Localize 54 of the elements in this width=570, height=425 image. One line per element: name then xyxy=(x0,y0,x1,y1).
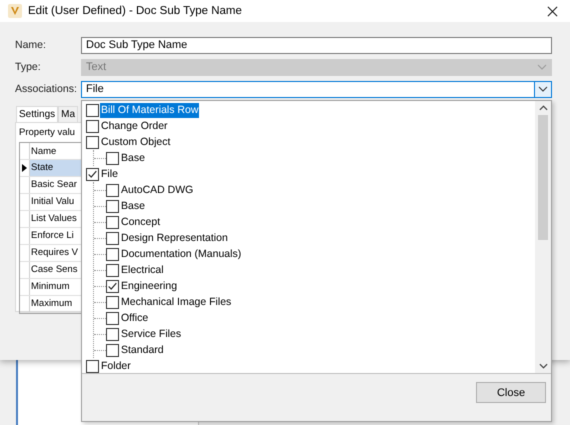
tree-item[interactable]: Folder xyxy=(100,358,132,373)
type-dropdown: Text xyxy=(81,58,552,76)
window-title: Edit (User Defined) - Doc Sub Type Name xyxy=(28,5,243,17)
tree-item[interactable]: Concept xyxy=(120,214,162,230)
tree-item[interactable]: AutoCAD DWG xyxy=(120,182,194,198)
tree-item[interactable]: Base xyxy=(120,150,146,166)
checkbox[interactable] xyxy=(106,328,119,340)
tree-item[interactable]: Design Representation xyxy=(120,230,229,246)
checkbox[interactable] xyxy=(106,344,119,356)
checkbox[interactable] xyxy=(86,168,99,180)
scroll-down-icon[interactable] xyxy=(538,363,548,369)
checkbox[interactable] xyxy=(86,136,99,148)
checkbox[interactable] xyxy=(106,312,119,324)
tree-item[interactable]: File xyxy=(100,166,119,182)
checkbox[interactable] xyxy=(86,360,99,372)
scrollbar[interactable] xyxy=(535,101,551,373)
field-label: Associations: xyxy=(15,83,78,95)
tree-item[interactable]: Electrical xyxy=(120,262,165,278)
tree-item[interactable]: Base xyxy=(120,198,146,214)
chevron-down-icon xyxy=(538,86,548,92)
checkbox[interactable] xyxy=(106,216,119,228)
checkbox[interactable] xyxy=(106,152,119,164)
input-field[interactable]: Doc Sub Type Name xyxy=(81,36,552,54)
tree-item[interactable]: Custom Object xyxy=(100,134,172,150)
checkbox[interactable] xyxy=(86,104,99,116)
column-header: Name xyxy=(30,145,58,159)
app-logo-icon xyxy=(8,4,22,18)
tree-item[interactable]: Documentation (Manuals) xyxy=(120,246,242,262)
panel-caption: Property valu xyxy=(19,127,76,138)
checkbox[interactable] xyxy=(106,296,119,308)
checkbox[interactable] xyxy=(106,248,119,260)
tab[interactable]: Settings xyxy=(16,106,58,122)
checkbox[interactable] xyxy=(86,120,99,132)
chevron-down-icon xyxy=(537,64,547,70)
checkbox[interactable] xyxy=(106,264,119,276)
tree-item[interactable]: Standard xyxy=(120,342,165,358)
tree-item[interactable]: Engineering xyxy=(120,278,178,294)
checkbox[interactable] xyxy=(106,200,119,212)
tree-item[interactable]: Service Files xyxy=(120,326,182,342)
tab[interactable]: Ma xyxy=(58,106,78,122)
checkbox[interactable] xyxy=(106,232,119,244)
scroll-up-icon[interactable] xyxy=(538,105,548,111)
checkbox[interactable] xyxy=(106,184,119,196)
associations-dropdown[interactable]: File xyxy=(81,80,552,98)
tree-item[interactable]: Change Order xyxy=(100,118,169,134)
close-button[interactable]: Close xyxy=(476,382,546,403)
tree-item[interactable]: Office xyxy=(120,310,150,326)
tree-item[interactable]: Mechanical Image Files xyxy=(120,294,232,310)
close-icon[interactable] xyxy=(547,6,558,16)
tree-item[interactable]: Bill Of Materials Row xyxy=(100,102,200,118)
field-label: Name: xyxy=(15,39,47,51)
field-label: Type: xyxy=(15,61,42,73)
checkbox[interactable] xyxy=(106,280,119,292)
row-indicator-icon xyxy=(22,164,27,172)
